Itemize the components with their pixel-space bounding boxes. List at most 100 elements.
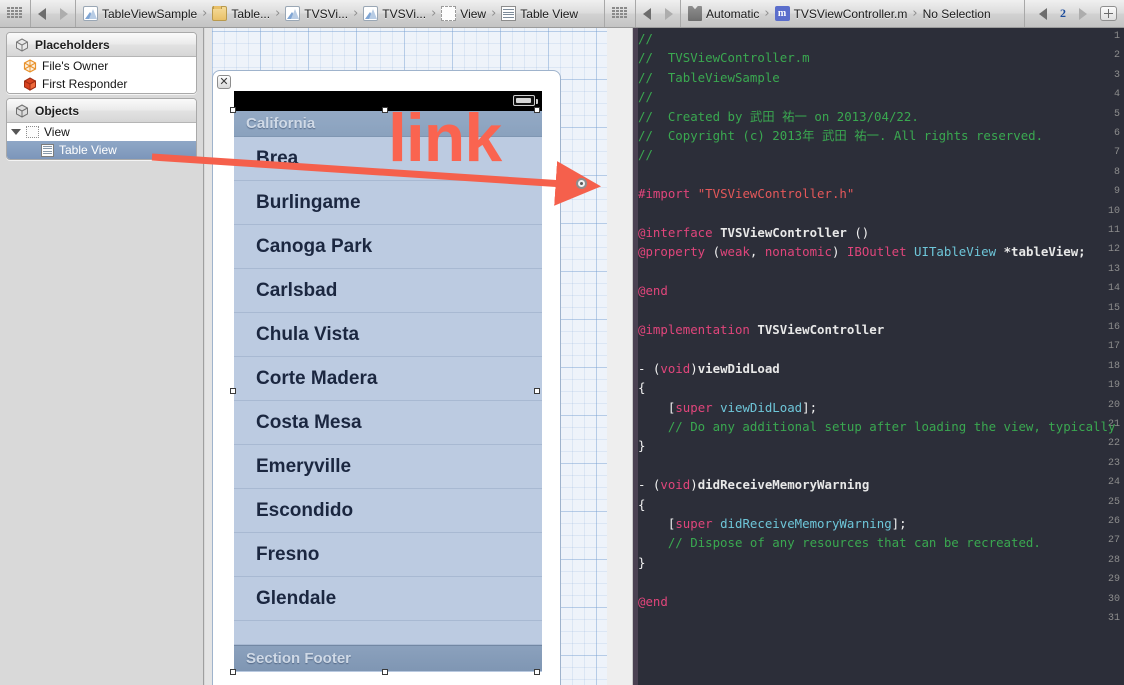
code-line: { — [638, 381, 645, 395]
selection-handle-tl[interactable] — [230, 107, 236, 113]
code-token: // TVSViewController.m — [638, 50, 810, 66]
breadcrumb-item[interactable]: Automatic — [685, 6, 762, 21]
code-token: // Do any additional setup after loading… — [667, 419, 1124, 434]
list-item[interactable]: First Responder — [7, 75, 196, 93]
chevron-right-icon — [60, 7, 68, 20]
table-row[interactable]: Fresno — [234, 533, 542, 577]
sidebar-item-table-view[interactable]: Table View — [7, 141, 196, 159]
code-token: () — [846, 225, 870, 240]
code-line: @interface TVSViewController () — [638, 226, 869, 240]
code-token: // Copyright (c) 2013年 武田 祐一. All rights… — [638, 128, 1044, 143]
add-editor-button[interactable] — [1100, 6, 1117, 21]
editor-back-button[interactable] — [636, 4, 658, 24]
chevron-left-icon — [643, 7, 651, 20]
code-token: super — [675, 516, 721, 531]
outlet-connection-dot[interactable] — [576, 178, 587, 189]
source-code-editor[interactable]: 1 2 3 4 5 6 7 8 9 10 11 12 13 14 15 16 17 18 19 20 21 22 23 24 2… — [607, 28, 1124, 685]
objects-header[interactable]: Objects — [7, 99, 196, 123]
code-token: @interface — [638, 225, 721, 240]
selection-handle-br[interactable] — [534, 669, 540, 675]
breadcrumb-item[interactable]: Table View — [498, 6, 581, 21]
code-token: [ — [638, 399, 676, 415]
table-row[interactable]: Chula Vista — [234, 313, 542, 357]
back-button[interactable] — [31, 4, 53, 24]
code-token: super — [675, 399, 721, 415]
code-line: // Copyright (c) 2013年 武田 祐一. All rights… — [638, 129, 1043, 143]
table-row[interactable]: Carlsbad — [234, 269, 542, 313]
close-icon[interactable]: ✕ — [217, 75, 231, 89]
code-token: ( — [712, 244, 721, 260]
table-row[interactable]: Escondido — [234, 489, 542, 533]
code-text[interactable]: // // TVSViewController.m // TableViewSamp… — [638, 28, 1124, 685]
forward-button[interactable] — [53, 4, 75, 24]
table-row[interactable]: Burlingame — [234, 181, 542, 225]
code-token: // Dispose of any resources that can be … — [638, 535, 1041, 551]
scheme-icon — [688, 6, 702, 21]
code-token: // — [638, 147, 653, 163]
breadcrumb-label: Table View — [520, 6, 579, 21]
editor-forward-button[interactable] — [658, 4, 680, 24]
counter-next-button[interactable] — [1072, 4, 1094, 24]
table-cell-label: Carlsbad — [256, 279, 338, 301]
code-line: - (void)didReceiveMemoryWarning — [638, 478, 869, 492]
table-view[interactable]: California Brea Burlingame Canoga Park Carl… — [234, 111, 542, 672]
placeholders-list: File's Owner First Responder — [7, 57, 196, 93]
code-line: @property (weak, nonatomic) IBOutlet UIT… — [638, 245, 1086, 259]
code-token: } — [638, 554, 646, 570]
breadcrumb-item[interactable]: TableViewSample — [80, 6, 200, 21]
breadcrumb-item[interactable]: TVSVi... — [282, 6, 351, 21]
view-controller-device-frame[interactable]: ✕ California Brea Burlingame Canoga Park Ca… — [212, 70, 561, 685]
code-line: // TableViewSample — [638, 70, 780, 85]
code-token: TVSViewController — [720, 225, 847, 240]
chevron-right-icon — [665, 7, 673, 20]
list-item-label: File's Owner — [42, 59, 109, 73]
editor-breadcrumb: Automatic › m TVSViewController.m › No Select… — [681, 6, 998, 21]
document-outline-pane: Placeholders File's Owner First Responder… — [0, 28, 204, 685]
section-footer: Section Footer — [234, 645, 542, 671]
selection-handle-tr[interactable] — [534, 107, 540, 113]
table-row[interactable]: Emeryville — [234, 445, 542, 489]
code-token: didReceiveMemoryWarning — [697, 477, 870, 493]
placeholders-group: Placeholders File's Owner First Responder — [6, 32, 197, 94]
selection-handle-ml[interactable] — [230, 388, 236, 394]
breadcrumb-item[interactable]: m TVSViewController.m — [772, 6, 911, 21]
xib-file-icon — [363, 6, 379, 21]
code-token: "TVSViewController.h" — [697, 186, 855, 202]
breadcrumb-item[interactable]: View — [438, 6, 489, 21]
sidebar-item-view[interactable]: View — [7, 123, 196, 141]
table-row[interactable]: Costa Mesa — [234, 401, 542, 445]
grip-handle-icon[interactable] — [7, 7, 23, 20]
jump-bar-toolbar: TableViewSample › Table... › TVSVi... › TVSVi.… — [0, 0, 1124, 28]
placeholders-header[interactable]: Placeholders — [7, 33, 196, 57]
wireframe-cube-icon — [23, 59, 37, 73]
code-token: { — [638, 496, 646, 512]
table-cell-blank — [234, 621, 542, 645]
code-line: [super didReceiveMemoryWarning]; — [638, 517, 907, 531]
code-token: } — [638, 438, 646, 454]
selection-handle-mr[interactable] — [534, 388, 540, 394]
code-token: #import — [638, 186, 698, 202]
code-token: *tableView; — [1003, 244, 1086, 260]
list-item[interactable]: File's Owner — [7, 57, 196, 75]
device-screen: California Brea Burlingame Canoga Park Carl… — [234, 91, 542, 672]
counter-prev-button[interactable] — [1032, 4, 1054, 24]
selection-handle-bc[interactable] — [382, 669, 388, 675]
breadcrumb-label: TVSVi... — [304, 6, 349, 21]
breadcrumb-item[interactable]: TVSVi... — [360, 6, 429, 21]
table-row[interactable]: Canoga Park — [234, 225, 542, 269]
breadcrumb-item[interactable]: No Selection — [920, 7, 994, 21]
assistant-counter: 2 — [1025, 4, 1124, 24]
code-token: // — [638, 31, 653, 46]
placeholders-title: Placeholders — [35, 37, 110, 52]
disclosure-triangle-icon[interactable] — [11, 127, 21, 137]
chevron-left-icon — [38, 7, 46, 20]
table-row[interactable]: Corte Madera — [234, 357, 542, 401]
code-line: // Created by 武田 祐一 on 2013/04/22. — [638, 109, 919, 124]
code-token: @property — [638, 244, 713, 260]
grip-handle-icon[interactable] — [612, 7, 628, 20]
breadcrumb-item[interactable]: Table... — [209, 6, 273, 21]
table-cells: Brea Burlingame Canoga Park Carlsbad Chula V… — [234, 137, 542, 621]
selection-handle-bl[interactable] — [230, 669, 236, 675]
objects-title: Objects — [35, 103, 80, 118]
table-row[interactable]: Glendale — [234, 577, 542, 621]
